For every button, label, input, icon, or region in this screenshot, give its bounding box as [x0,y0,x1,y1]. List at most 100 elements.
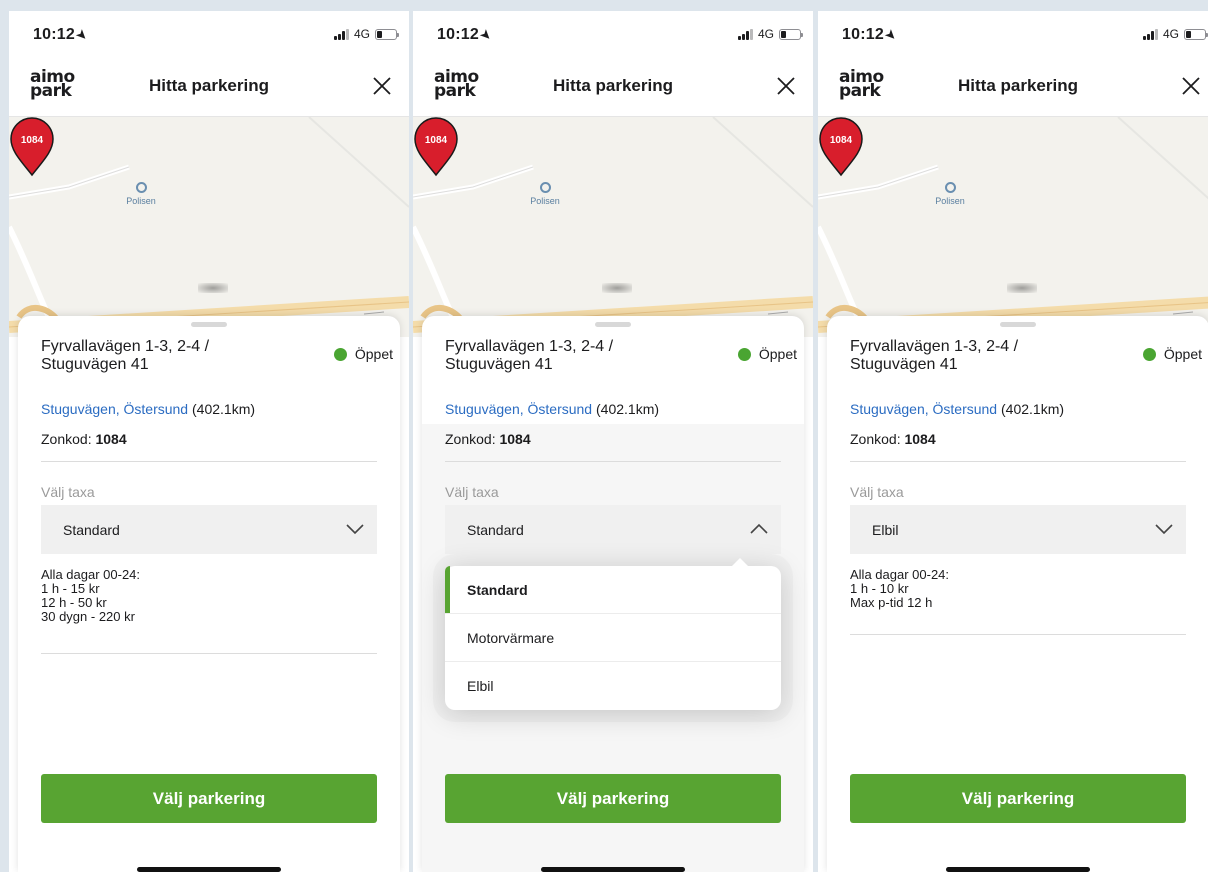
divider [445,461,781,462]
parking-address: Fyrvallavägen 1-3, 2-4 /Stuguvägen 41 [850,338,1019,373]
page-title: Hitta parkering [553,76,673,95]
map-view[interactable]: Polisen 1084 [413,117,813,337]
open-status-badge: Öppet [737,346,797,362]
phone-screen-1: 10:12➤ 4G aimo park Hitta parkering Polis… [9,11,409,872]
navigation-bar: aimo park Hitta parkering [413,57,813,117]
home-indicator[interactable] [946,867,1090,872]
battery-icon [1184,28,1208,40]
sheet-grabber[interactable] [1000,322,1036,327]
pin-label: 1084 [830,135,853,146]
chevron-up-icon [750,523,768,534]
home-indicator[interactable] [137,867,281,872]
parking-detail-sheet: Fyrvallavägen 1-3, 2-4 /Stuguvägen 41 Öp… [422,316,804,872]
zone-code: Zonkod: 1084 [41,431,127,447]
signal-icon [1142,28,1158,40]
taxa-option-elbil[interactable]: Elbil [445,662,781,710]
police-poi[interactable]: Polisen [930,182,970,206]
close-icon[interactable] [1178,73,1204,99]
area-link[interactable]: Stuguvägen, Östersund [41,401,188,417]
taxa-select[interactable]: Standard [41,505,377,554]
status-dot-icon [737,347,751,361]
taxa-option-standard[interactable]: Standard [445,566,781,614]
parking-address: Fyrvallavägen 1-3, 2-4 /Stuguvägen 41 [41,338,210,373]
taxa-dropdown-menu: Standard Motorvärmare Elbil [445,558,781,710]
status-bar: 10:12➤ 4G [818,11,1208,57]
status-bar: 10:12➤ 4G [9,11,409,57]
location-arrow-icon: ➤ [73,26,91,44]
taxa-label: Välj taxa [850,484,904,500]
parking-pin-icon[interactable]: 1084 [9,117,55,177]
price-info: Alla dagar 00-24: 1 h - 15 kr 12 h - 50 … [41,567,141,624]
status-time: 10:12➤ [33,26,91,44]
taxa-option-motorvarmare[interactable]: Motorvärmare [445,614,781,662]
location-arrow-icon: ➤ [882,26,900,44]
sheet-grabber[interactable] [595,322,631,327]
area-row: Stuguvägen, Östersund (402.1km) [850,401,1064,417]
close-icon[interactable] [369,73,395,99]
page-title: Hitta parkering [958,76,1078,95]
chevron-down-icon [346,524,364,535]
police-icon [539,182,551,193]
police-poi[interactable]: Polisen [121,182,161,206]
distance: (402.1km) [192,401,256,417]
choose-parking-button[interactable]: Välj parkering [41,774,377,823]
distance: (402.1km) [596,401,660,417]
status-time: 10:12➤ [437,26,495,44]
divider [41,461,377,462]
network-label: 4G [1162,27,1179,41]
taxa-label: Välj taxa [445,484,499,500]
area-link[interactable]: Stuguvägen, Östersund [445,401,592,417]
area-row: Stuguvägen, Östersund (402.1km) [41,401,255,417]
price-info: Alla dagar 00-24: 1 h - 10 kr Max p-tid … [850,567,950,610]
parking-address: Fyrvallavägen 1-3, 2-4 /Stuguvägen 41 [445,338,614,373]
choose-parking-button[interactable]: Välj parkering [850,774,1186,823]
map-view[interactable]: Polisen 1084 [9,117,409,337]
signal-icon [737,28,753,40]
open-status-badge: Öppet [1142,346,1202,362]
police-icon [135,182,147,193]
zone-code: Zonkod: 1084 [850,431,936,447]
taxa-select[interactable]: Standard [445,505,781,554]
navigation-bar: aimo park Hitta parkering [9,57,409,117]
status-dot-icon [1142,347,1156,361]
chevron-down-icon [1155,524,1173,535]
divider [41,653,377,654]
network-label: 4G [757,27,774,41]
area-row: Stuguvägen, Östersund (402.1km) [445,401,659,417]
taxa-select[interactable]: Elbil [850,505,1186,554]
parking-pin-icon[interactable]: 1084 [818,117,864,177]
open-status-badge: Öppet [333,346,393,362]
network-label: 4G [353,27,370,41]
status-time: 10:12➤ [842,26,900,44]
divider [850,634,1186,635]
battery-icon [375,28,399,40]
distance: (402.1km) [1001,401,1065,417]
police-icon [944,182,956,193]
police-poi[interactable]: Polisen [525,182,565,206]
close-icon[interactable] [773,73,799,99]
map-view[interactable]: Polisen 1084 [818,117,1208,337]
phone-screen-2: 10:12➤ 4G aimo park Hitta parkering Polis… [413,11,813,872]
status-dot-icon [333,347,347,361]
location-arrow-icon: ➤ [477,26,495,44]
divider [850,461,1186,462]
status-bar: 10:12➤ 4G [413,11,813,57]
pin-label: 1084 [21,135,44,146]
page-title: Hitta parkering [149,76,269,95]
parking-pin-icon[interactable]: 1084 [413,117,459,177]
choose-parking-button[interactable]: Välj parkering [445,774,781,823]
battery-icon [779,28,803,40]
area-link[interactable]: Stuguvägen, Östersund [850,401,997,417]
taxa-select-value: Elbil [872,521,899,538]
parking-detail-sheet: Fyrvallavägen 1-3, 2-4 /Stuguvägen 41 Öp… [18,316,400,872]
parking-detail-sheet: Fyrvallavägen 1-3, 2-4 /Stuguvägen 41 Öp… [827,316,1208,872]
taxa-select-value: Standard [63,521,120,538]
taxa-label: Välj taxa [41,484,95,500]
phone-screen-3: 10:12➤ 4G aimo park Hitta parkering Polis… [818,11,1208,872]
sheet-grabber[interactable] [191,322,227,327]
home-indicator[interactable] [541,867,685,872]
signal-icon [333,28,349,40]
navigation-bar: aimo park Hitta parkering [818,57,1208,117]
pin-label: 1084 [425,135,448,146]
taxa-select-value: Standard [467,521,524,538]
